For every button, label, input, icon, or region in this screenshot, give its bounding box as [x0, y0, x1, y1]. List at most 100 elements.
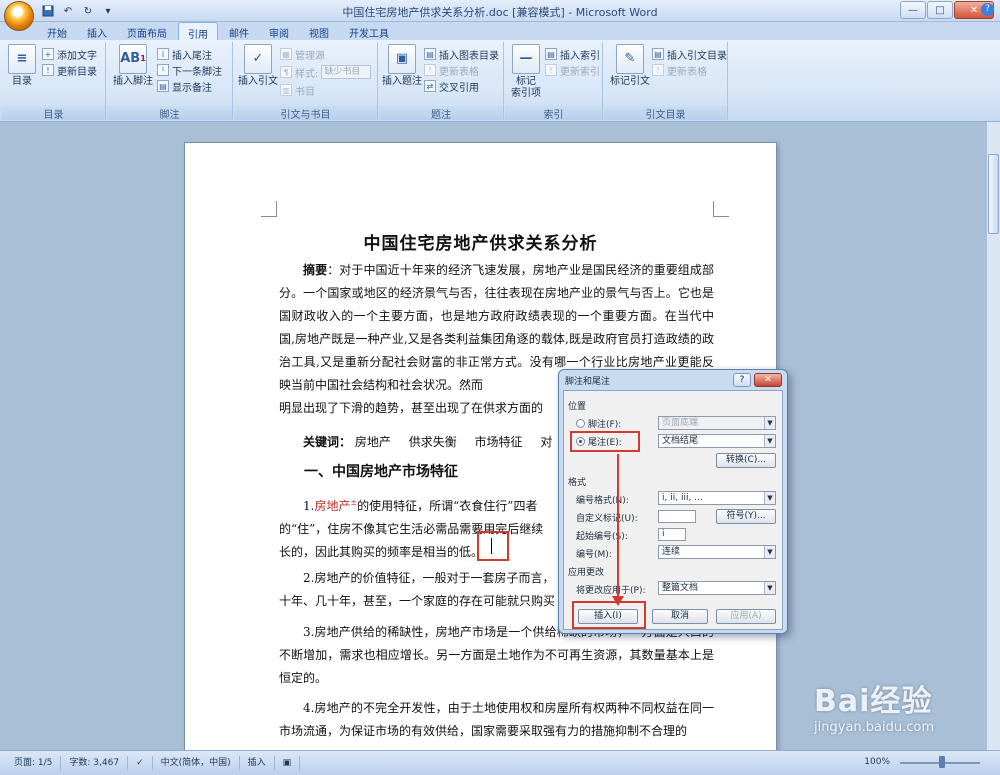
apply-to-value: 整篇文档: [662, 583, 699, 593]
numbering-select[interactable]: 连续 ▼: [658, 545, 776, 559]
tab-home[interactable]: 开始: [38, 22, 76, 40]
show-notes-button[interactable]: ▤ 显示备注: [157, 78, 212, 94]
insert-caption-button[interactable]: ▣ 插入题注: [382, 44, 422, 88]
manage-sources-button[interactable]: ▦ 管理源: [280, 46, 325, 62]
apply-to-select[interactable]: 整篇文档 ▼: [658, 581, 776, 595]
watermark-url: jingyan.baidu.com: [814, 720, 934, 735]
scrollbar-thumb[interactable]: [988, 154, 999, 234]
tab-page-layout[interactable]: 页面布局: [118, 22, 176, 40]
keyword: 供求失衡: [408, 435, 457, 449]
document-heading: 中国住宅房地产供求关系分析: [363, 234, 598, 254]
start-at-input[interactable]: i: [658, 528, 686, 541]
update-table-button[interactable]: ! 更新表格: [424, 62, 479, 78]
keyword: 房地产: [354, 435, 391, 449]
crop-mark-top-left: [261, 201, 277, 217]
page-count[interactable]: 页面: 1/5: [6, 756, 62, 770]
mark-citation-button[interactable]: ✎ 标记引文: [608, 44, 652, 88]
vertical-scrollbar[interactable]: [986, 122, 1000, 750]
dialog-help-button[interactable]: ?: [733, 373, 751, 387]
tab-mailings[interactable]: 邮件: [220, 22, 258, 40]
text-caret: [491, 538, 492, 554]
p1-red-text: 房地产: [314, 499, 351, 513]
tab-developer[interactable]: 开发工具: [340, 22, 398, 40]
endnote-highlight-box: [570, 431, 640, 452]
group-authorities: ✎ 标记引文 ▤ 插入引文目录 ! 更新表格 引文目录: [604, 42, 728, 121]
bibliography-button[interactable]: ▥ 书目: [280, 82, 315, 98]
tab-references[interactable]: 引用: [178, 22, 218, 41]
group-footnotes-label: 脚注: [107, 106, 232, 121]
minimize-button[interactable]: —: [900, 1, 926, 19]
cross-reference-icon: ⇄: [424, 80, 436, 92]
footnote-radio[interactable]: [576, 419, 585, 428]
mark-entry-button[interactable]: — 标记 索引项: [508, 44, 544, 100]
highlight-box: [477, 531, 509, 561]
insert-mode[interactable]: 插入: [240, 756, 275, 770]
number-format-select[interactable]: i, ii, iii, … ▼: [658, 491, 776, 505]
insert-citation-button[interactable]: ✓ 插入引文: [238, 44, 278, 88]
number-format-row: 编号格式(N):: [576, 493, 629, 506]
update-index-button[interactable]: ! 更新索引: [545, 62, 600, 78]
tab-review[interactable]: 审阅: [260, 22, 298, 40]
zoom-level[interactable]: 100%: [864, 757, 890, 767]
next-footnote-button[interactable]: ¹ 下一条脚注: [157, 62, 222, 78]
dialog-body: 位置 脚注(F): 页面底端 ▼ 尾注(E): 文档结尾 ▼ 转换(C)... 格式…: [563, 390, 783, 630]
symbol-button[interactable]: 符号(Y)...: [716, 509, 776, 524]
insert-footnote-button[interactable]: AB 1 插入脚注: [111, 44, 155, 88]
number-format-value: i, ii, iii, …: [662, 493, 704, 503]
cancel-button[interactable]: 取消: [652, 609, 708, 624]
watermark: Bai经验 jingyan.baidu.com: [814, 676, 934, 735]
toc-button[interactable]: ≡ 目录: [6, 44, 38, 88]
style-select[interactable]: ¶ 样式: 缺少书目: [280, 64, 372, 80]
update-toa-button[interactable]: ! 更新表格: [652, 62, 707, 78]
update-toa-label: 更新表格: [667, 66, 707, 78]
insert-index-button[interactable]: ▤ 插入索引: [545, 46, 600, 62]
proofing-icon[interactable]: ✓: [128, 756, 153, 770]
footnote-location-select[interactable]: 页面底端 ▼: [658, 416, 776, 430]
tab-insert[interactable]: 插入: [78, 22, 116, 40]
status-bar: 页面: 1/5 字数: 3,467 ✓ 中文(简体，中国) 插入 ▣ 100%: [0, 750, 1000, 775]
convert-button[interactable]: 转换(C)...: [716, 453, 776, 468]
group-captions: ▣ 插入题注 ▤ 插入图表目录 ! 更新表格 ⇄ 交叉引用 题注: [379, 42, 504, 121]
p2-line-2: 十年、几十年，甚至，一个家庭的存在可能就只购买: [279, 594, 556, 608]
cross-reference-button[interactable]: ⇄ 交叉引用: [424, 78, 479, 94]
insert-endnote-button[interactable]: i 插入尾注: [157, 46, 212, 62]
insert-toa-button[interactable]: ▤ 插入引文目录: [652, 46, 727, 62]
zoom-slider-knob[interactable]: [939, 756, 945, 768]
numbering-value: 连续: [662, 547, 681, 557]
office-button[interactable]: [4, 1, 34, 31]
manage-sources-label: 管理源: [295, 50, 325, 62]
insert-endnote-label: 插入尾注: [172, 50, 212, 62]
window-title: 中国住宅房地产供求关系分析.doc [兼容模式] - Microsoft Wor…: [342, 6, 658, 19]
custom-mark-input[interactable]: [658, 510, 696, 523]
style-label: 样式:: [295, 68, 319, 80]
add-text-button[interactable]: + 添加文字: [42, 46, 97, 62]
tab-view[interactable]: 视图: [300, 22, 338, 40]
section-heading: 一、中国房地产市场特征: [304, 464, 458, 480]
insert-table-of-figures-button[interactable]: ▤ 插入图表目录: [424, 46, 499, 62]
bibliography-label: 书目: [295, 86, 315, 98]
apply-button[interactable]: 应用(A): [716, 609, 776, 624]
mark-entry-label-2: 索引项: [511, 88, 541, 99]
ribbon-help-icon[interactable]: ?: [981, 3, 994, 16]
dialog-close-button[interactable]: ✕: [754, 373, 782, 387]
language-status[interactable]: 中文(简体，中国): [153, 756, 240, 770]
mark-citation-label: 标记引文: [610, 76, 650, 87]
endnote-location-select[interactable]: 文档结尾 ▼: [658, 434, 776, 448]
update-toa-icon: !: [652, 64, 664, 76]
macro-icon[interactable]: ▣: [275, 756, 301, 770]
format-section-label: 格式: [568, 478, 587, 488]
next-footnote-label: 下一条脚注: [172, 66, 222, 78]
word-count[interactable]: 字数: 3,467: [61, 756, 129, 770]
insert-index-icon: ▤: [545, 48, 557, 60]
number-format-label: 编号格式(N):: [576, 496, 629, 506]
style-combo[interactable]: 缺少书目: [321, 65, 372, 79]
update-index-label: 更新索引: [560, 66, 600, 78]
footnote-option[interactable]: 脚注(F):: [576, 417, 621, 430]
chevron-down-icon: ▼: [764, 417, 775, 429]
chevron-down-icon: ▼: [764, 546, 775, 558]
abstract-label: 摘要: [303, 263, 328, 277]
update-toc-button[interactable]: ! 更新目录: [42, 62, 97, 78]
bibliography-icon: ▥: [280, 84, 292, 96]
style-icon: ¶: [280, 66, 292, 78]
maximize-button[interactable]: □: [927, 1, 953, 19]
